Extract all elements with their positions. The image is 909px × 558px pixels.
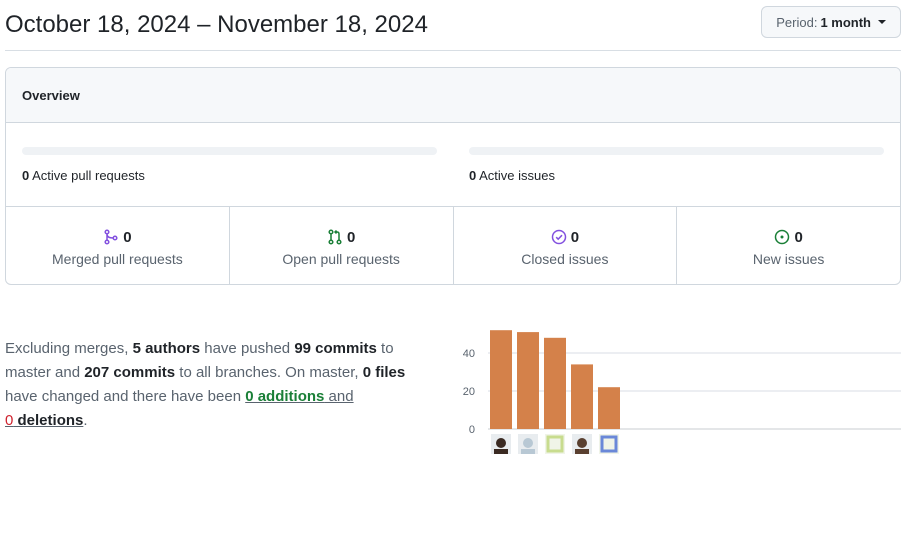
open-prs-count: 0 — [346, 228, 356, 246]
open-prs-label: Open pull requests — [282, 251, 400, 267]
chart-bar[interactable] — [490, 330, 512, 429]
active-issues-link[interactable]: 0 Active issues — [469, 168, 555, 183]
overview-title: Overview — [22, 87, 80, 103]
caret-down-icon — [878, 20, 886, 24]
y-tick-label: 40 — [463, 348, 475, 360]
y-tick-label: 20 — [463, 386, 475, 398]
active-issues-label: Active issues — [479, 168, 556, 183]
author-avatar[interactable] — [572, 434, 592, 454]
chart-svg: 0 20 40 — [463, 330, 901, 454]
period-dropdown-button[interactable]: Period: 1 month — [761, 6, 901, 38]
summary-text: Excluding merges, — [5, 340, 133, 357]
closed-issues-count: 0 — [570, 228, 580, 246]
new-issues-count: 0 — [794, 228, 803, 246]
new-issues-label: New issues — [752, 251, 825, 267]
summary-text: and — [324, 388, 354, 405]
author-avatar[interactable] — [599, 434, 619, 454]
deletions-label: deletions — [13, 412, 84, 429]
date-range-title: October 18, 2024 – November 18, 2024 — [5, 11, 428, 38]
stat-closed-issues[interactable]: 0 Closed issues — [454, 207, 678, 284]
author-avatar[interactable] — [518, 434, 538, 454]
deletions-link[interactable]: 0 deletions — [5, 412, 83, 429]
overview-header: Overview — [6, 68, 900, 123]
stat-open-prs[interactable]: 0 Open pull requests — [230, 207, 454, 284]
merged-prs-label: Merged pull requests — [52, 251, 183, 267]
git-pull-request-icon — [328, 229, 342, 245]
closed-issues-label: Closed issues — [521, 251, 609, 267]
stat-merged-prs[interactable]: 0 Merged pull requests — [6, 207, 230, 284]
author-avatar[interactable] — [545, 434, 565, 454]
author-avatar[interactable] — [491, 434, 511, 454]
active-prs-count: 0 — [22, 168, 30, 183]
all-commits-count: 207 commits — [84, 364, 176, 381]
git-merge-icon — [104, 229, 118, 245]
summary-text: to all branches. On master, — [175, 364, 363, 381]
active-prs-link[interactable]: 0 Active pull requests — [22, 168, 145, 183]
overview-stats: 0 Merged pull requests 0 Open pull reque… — [6, 207, 900, 284]
chart-bar[interactable] — [544, 337, 566, 429]
additions-count: 0 additions — [245, 388, 325, 405]
period-value: 1 month — [820, 14, 871, 30]
stat-new-issues[interactable]: 0 New issues — [677, 207, 900, 284]
additions-link[interactable]: 0 additions and — [245, 388, 353, 405]
y-tick-label: 0 — [469, 424, 475, 436]
period-label: Period: — [776, 14, 818, 30]
commit-summary: Excluding merges, 5 authors have pushed … — [5, 337, 435, 433]
active-prs-progress-bar — [22, 147, 437, 155]
active-issues-count: 0 — [469, 168, 477, 183]
chart-bar[interactable] — [598, 387, 620, 429]
chart-bar[interactable] — [517, 332, 539, 429]
overview-box: Overview 0 Active pull requests 0 Active… — [5, 67, 901, 285]
master-commits-count: 99 commits — [294, 340, 377, 357]
issue-opened-icon — [775, 229, 790, 245]
issue-closed-icon — [551, 229, 566, 245]
summary-text: have pushed — [200, 340, 295, 357]
files-changed-count: 0 files — [362, 364, 406, 381]
authors-count: 5 authors — [132, 340, 201, 357]
summary-text: . — [83, 412, 88, 429]
merged-prs-count: 0 — [123, 228, 132, 246]
active-prs-label: Active pull requests — [32, 168, 145, 183]
chart-bar[interactable] — [571, 364, 593, 429]
page-header: October 18, 2024 – November 18, 2024 Per… — [5, 0, 901, 51]
commits-by-author-chart: 0 20 40 — [440, 318, 909, 458]
active-issues-progress-bar — [469, 147, 884, 155]
overview-activity: 0 Active pull requests 0 Active issues — [6, 123, 900, 207]
summary-text: have changed and there have been — [5, 388, 246, 405]
